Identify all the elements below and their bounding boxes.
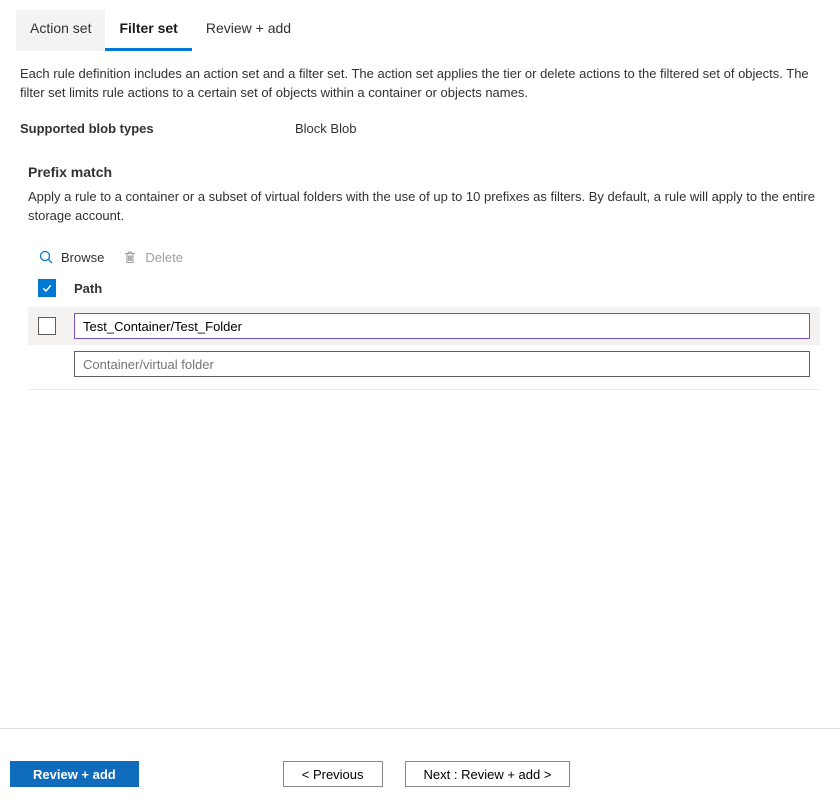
next-button[interactable]: Next : Review + add > <box>405 761 571 787</box>
tab-action-set[interactable]: Action set <box>16 10 105 51</box>
tabs: Action set Filter set Review + add <box>0 0 840 51</box>
search-icon <box>38 249 54 265</box>
supported-blob-types-value: Block Blob <box>295 121 356 136</box>
footer: Review + add < Previous Next : Review + … <box>0 728 840 787</box>
previous-button[interactable]: < Previous <box>283 761 383 787</box>
divider <box>28 389 820 390</box>
prefix-match-desc: Apply a rule to a container or a subset … <box>28 188 820 226</box>
select-all-checkbox[interactable] <box>38 279 56 297</box>
tab-review-add[interactable]: Review + add <box>192 10 305 51</box>
prefix-match-title: Prefix match <box>28 164 820 180</box>
path-column-header: Path <box>74 281 102 296</box>
prefix-match-section: Prefix match Apply a rule to a container… <box>0 136 840 391</box>
supported-blob-types-label: Supported blob types <box>20 121 295 136</box>
browse-button[interactable]: Browse <box>38 249 104 265</box>
table-row <box>28 345 820 383</box>
path-input-1[interactable] <box>74 313 810 339</box>
rule-description: Each rule definition includes an action … <box>0 51 840 103</box>
row-checkbox[interactable] <box>38 317 56 335</box>
review-add-button[interactable]: Review + add <box>10 761 139 787</box>
trash-icon <box>122 249 138 265</box>
supported-blob-types-row: Supported blob types Block Blob <box>0 103 840 136</box>
path-input-new[interactable] <box>74 351 810 377</box>
tab-filter-set[interactable]: Filter set <box>105 10 191 51</box>
delete-button: Delete <box>122 249 183 265</box>
prefix-toolbar: Browse Delete <box>28 243 820 279</box>
delete-label: Delete <box>145 250 183 265</box>
path-header-row: Path <box>28 279 820 307</box>
table-row <box>28 307 820 345</box>
browse-label: Browse <box>61 250 104 265</box>
